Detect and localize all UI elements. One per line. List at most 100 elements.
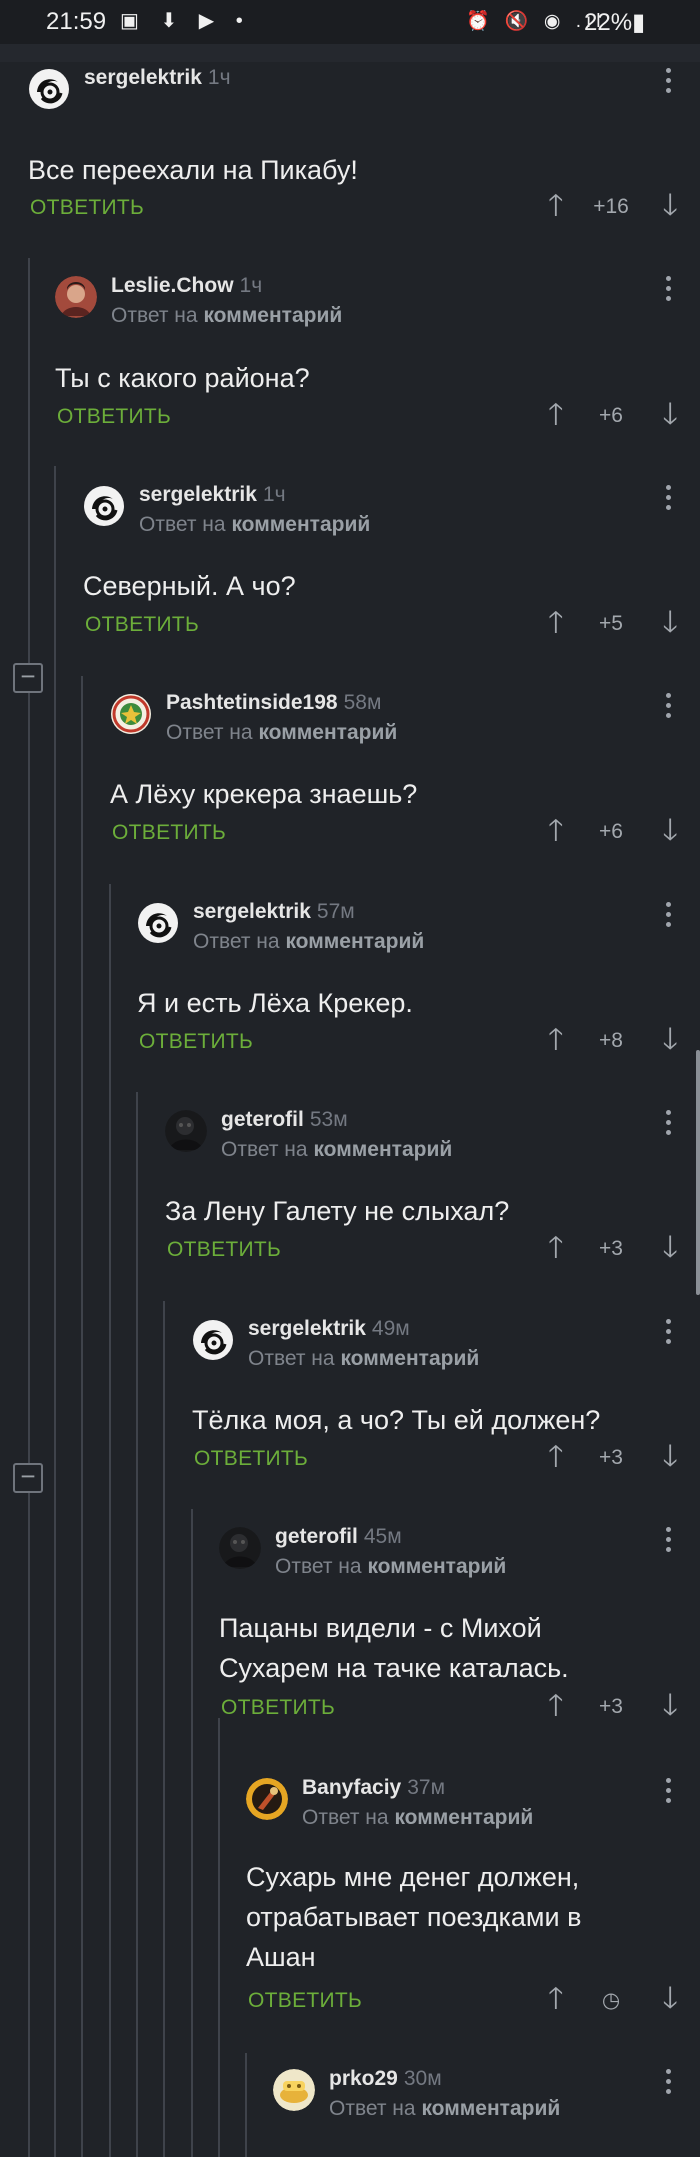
author-name[interactable]: Banyfaciy bbox=[302, 1776, 401, 1799]
arrow-down-icon[interactable]: 🡓 bbox=[662, 608, 678, 638]
reply-button[interactable]: ОТВЕТИТЬ bbox=[85, 613, 199, 637]
thread-line bbox=[218, 1718, 220, 2157]
vote-score: +6 bbox=[599, 404, 623, 427]
avatar[interactable] bbox=[246, 1778, 288, 1820]
comment-author[interactable]: sergelektrik 57м bbox=[193, 900, 355, 924]
thread-line bbox=[136, 1092, 138, 2157]
author-name[interactable]: Leslie.Chow bbox=[111, 274, 234, 297]
avatar[interactable] bbox=[83, 485, 125, 527]
arrow-up-icon[interactable]: 🡑 bbox=[548, 1233, 564, 1263]
comment: Banyfaciy 37м Ответ на комментарий Сухарь м… bbox=[246, 1776, 700, 2014]
avatar[interactable] bbox=[137, 902, 179, 944]
comment-text: Пацаны видели - с Михой Сухарем на тачке… bbox=[219, 1613, 569, 1683]
reply-reference: Ответ на комментарий bbox=[248, 1347, 479, 1371]
vote-score: +3 bbox=[599, 1446, 623, 1469]
reply-target-link[interactable]: комментарий bbox=[313, 1138, 452, 1161]
avatar[interactable] bbox=[273, 2069, 315, 2111]
comment-author[interactable]: prko29 30м bbox=[329, 2067, 442, 2091]
author-name[interactable]: Pashtetinside198 bbox=[166, 691, 338, 714]
arrow-up-icon[interactable]: 🡑 bbox=[548, 1442, 564, 1472]
comment-author[interactable]: sergelektrik 1ч bbox=[139, 483, 286, 507]
avatar[interactable] bbox=[28, 68, 70, 110]
reply-button[interactable]: ОТВЕТИТЬ bbox=[167, 1238, 281, 1262]
more-vertical-icon[interactable] bbox=[666, 485, 672, 515]
arrow-down-icon[interactable]: 🡓 bbox=[662, 1025, 678, 1055]
more-vertical-icon[interactable] bbox=[666, 276, 672, 306]
author-name[interactable]: geterofil bbox=[221, 1108, 304, 1131]
comment-author[interactable]: Banyfaciy 37м bbox=[302, 1776, 445, 1800]
more-vertical-icon[interactable] bbox=[666, 1778, 672, 1808]
reply-target-link[interactable]: комментарий bbox=[394, 1806, 533, 1829]
avatar[interactable] bbox=[165, 1110, 207, 1152]
author-name[interactable]: geterofil bbox=[275, 1525, 358, 1548]
comment-author[interactable]: Leslie.Chow 1ч bbox=[111, 274, 262, 298]
reply-target-link[interactable]: комментарий bbox=[340, 1347, 479, 1370]
reply-target-link[interactable]: комментарий bbox=[231, 513, 370, 536]
avatar[interactable] bbox=[192, 1319, 234, 1361]
comment-time: 37м bbox=[407, 1776, 446, 1799]
comment-author[interactable]: sergelektrik 49м bbox=[248, 1317, 410, 1341]
arrow-down-icon[interactable]: 🡓 bbox=[662, 1984, 678, 2014]
more-vertical-icon[interactable] bbox=[666, 902, 672, 932]
more-vertical-icon[interactable] bbox=[666, 2069, 672, 2099]
comment-author[interactable]: Pashtetinside198 58м bbox=[166, 691, 381, 715]
arrow-up-icon[interactable]: 🡑 bbox=[548, 1691, 564, 1721]
vote-controls: 🡑 +16 🡓 bbox=[548, 191, 678, 225]
arrow-down-icon[interactable]: 🡓 bbox=[662, 1691, 678, 1721]
author-name[interactable]: sergelektrik bbox=[139, 483, 257, 506]
comment: Leslie.Chow 1ч Ответ на комментарий Ты с ка… bbox=[55, 274, 700, 430]
author-name[interactable]: sergelektrik bbox=[84, 66, 202, 89]
arrow-down-icon[interactable]: 🡓 bbox=[662, 191, 678, 221]
collapse-minus-icon[interactable]: − bbox=[13, 1463, 43, 1493]
reply-button[interactable]: ОТВЕТИТЬ bbox=[112, 821, 226, 845]
collapse-minus-icon[interactable]: − bbox=[13, 663, 43, 693]
reply-target-link[interactable]: комментарий bbox=[258, 721, 397, 744]
more-vertical-icon[interactable] bbox=[666, 68, 672, 98]
more-vertical-icon[interactable] bbox=[666, 1319, 672, 1349]
reply-target-link[interactable]: комментарий bbox=[367, 1555, 506, 1578]
reply-button[interactable]: ОТВЕТИТЬ bbox=[139, 1030, 253, 1054]
arrow-up-icon[interactable]: 🡑 bbox=[548, 1025, 564, 1055]
reply-button[interactable]: ОТВЕТИТЬ bbox=[30, 196, 144, 220]
arrow-down-icon[interactable]: 🡓 bbox=[662, 816, 678, 846]
arrow-up-icon[interactable]: 🡑 bbox=[548, 400, 564, 430]
reply-target-link[interactable]: комментарий bbox=[285, 930, 424, 953]
more-vertical-icon[interactable] bbox=[666, 1110, 672, 1140]
thread-line bbox=[81, 676, 83, 2157]
arrow-up-icon[interactable]: 🡑 bbox=[548, 191, 564, 221]
reply-prefix: Ответ на bbox=[166, 721, 253, 744]
reply-button[interactable]: ОТВЕТИТЬ bbox=[248, 1989, 362, 2013]
arrow-up-icon[interactable]: 🡑 bbox=[548, 1984, 564, 2014]
reply-prefix: Ответ на bbox=[193, 930, 280, 953]
comment-author[interactable]: geterofil 53м bbox=[221, 1108, 348, 1132]
header-divider bbox=[0, 44, 700, 62]
comment-author[interactable]: sergelektrik 1ч bbox=[84, 66, 231, 90]
reply-target-link[interactable]: комментарий bbox=[421, 2097, 560, 2120]
more-vertical-icon[interactable] bbox=[666, 1527, 672, 1557]
reply-reference: Ответ на комментарий bbox=[329, 2097, 560, 2121]
author-name[interactable]: sergelektrik bbox=[248, 1317, 366, 1340]
avatar[interactable] bbox=[219, 1527, 261, 1569]
reply-button[interactable]: ОТВЕТИТЬ bbox=[221, 1696, 335, 1720]
arrow-up-icon[interactable]: 🡑 bbox=[548, 608, 564, 638]
avatar[interactable] bbox=[110, 693, 152, 735]
thread-line bbox=[245, 2053, 247, 2157]
comment-text: Тёлка моя, а чо? Ты ей должен? bbox=[192, 1405, 601, 1435]
comment-time: 1ч bbox=[262, 483, 286, 506]
avatar[interactable] bbox=[55, 276, 97, 318]
status-bar: 21:59 ▣ ⬇ ▶ • ⏰ 🔇 ◉ .ıl 22%▮ bbox=[0, 0, 700, 44]
arrow-down-icon[interactable]: 🡓 bbox=[662, 1442, 678, 1472]
arrow-down-icon[interactable]: 🡓 bbox=[662, 400, 678, 430]
scrollbar[interactable] bbox=[696, 1050, 700, 1295]
reply-button[interactable]: ОТВЕТИТЬ bbox=[194, 1447, 308, 1471]
arrow-down-icon[interactable]: 🡓 bbox=[662, 1233, 678, 1263]
comment-author[interactable]: geterofil 45м bbox=[275, 1525, 402, 1549]
author-name[interactable]: sergelektrik bbox=[193, 900, 311, 923]
reply-target-link[interactable]: комментарий bbox=[203, 304, 342, 327]
more-vertical-icon[interactable] bbox=[666, 693, 672, 723]
reply-button[interactable]: ОТВЕТИТЬ bbox=[57, 405, 171, 429]
author-name[interactable]: prko29 bbox=[329, 2067, 398, 2090]
comment-text: Северный. А чо? bbox=[83, 571, 296, 601]
arrow-up-icon[interactable]: 🡑 bbox=[548, 816, 564, 846]
comment-text: Я и есть Лёха Крекер. bbox=[137, 988, 413, 1018]
